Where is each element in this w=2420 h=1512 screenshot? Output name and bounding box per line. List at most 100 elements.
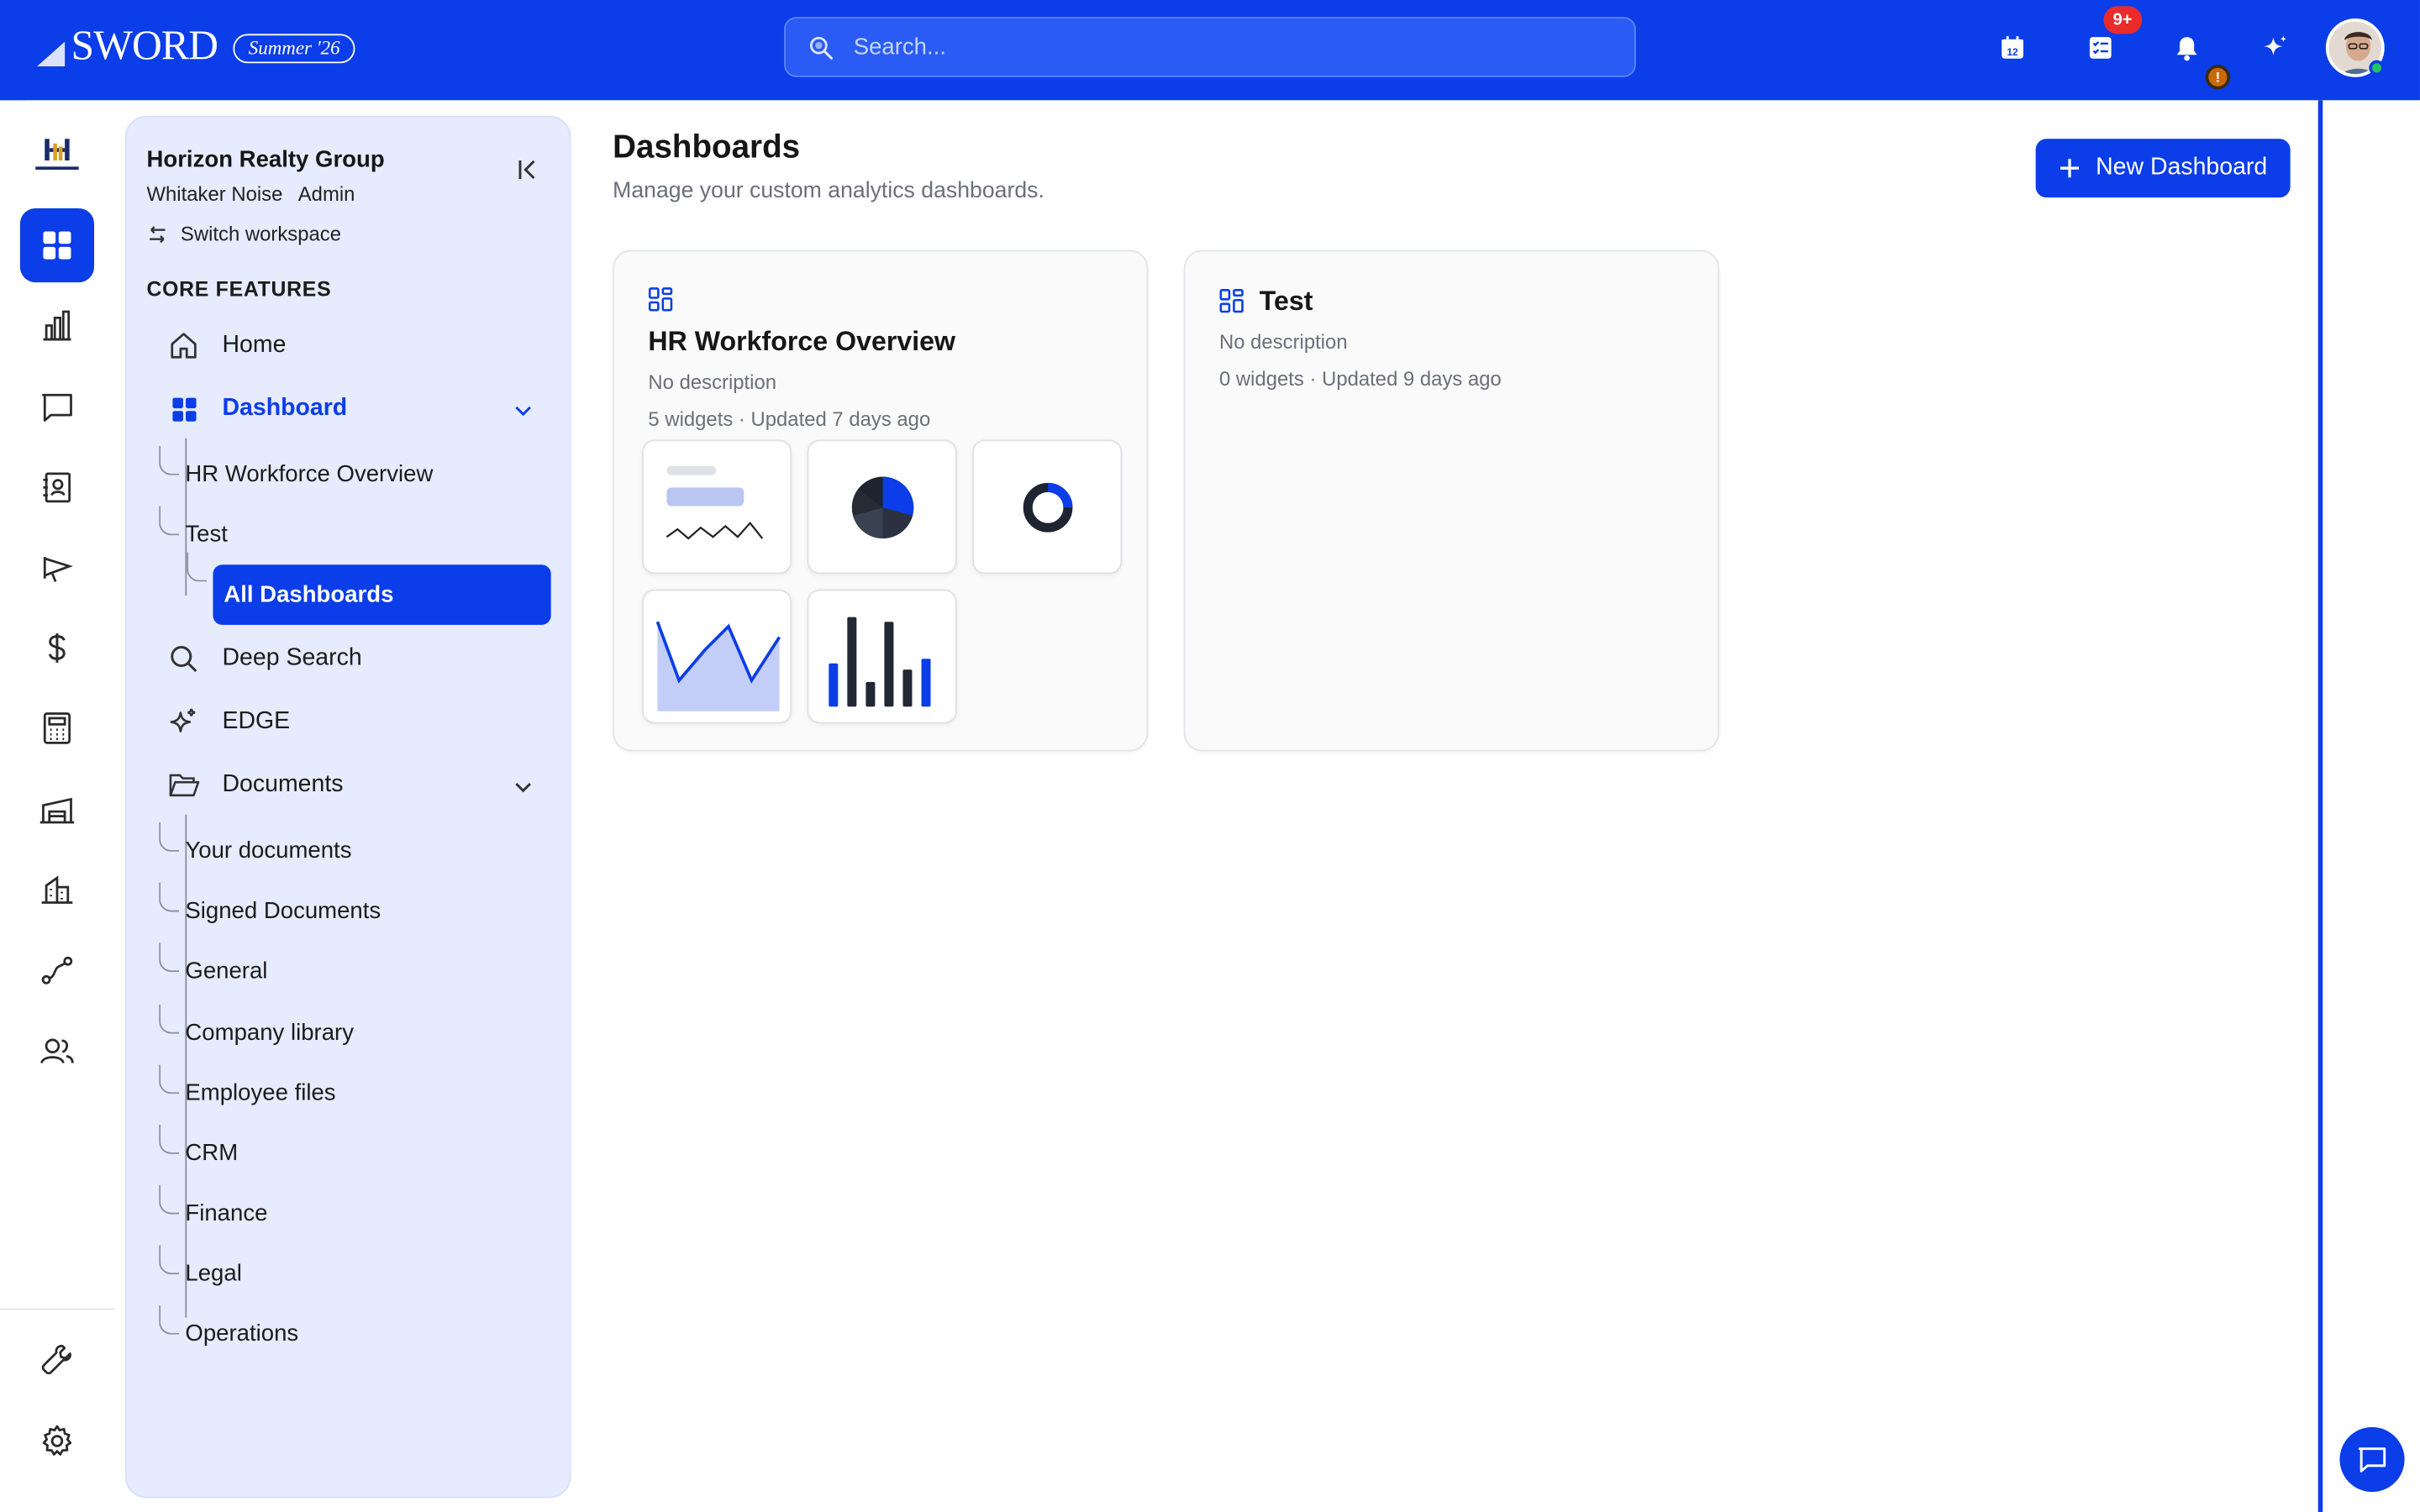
new-dashboard-label: New Dashboard [2096,154,2268,181]
collapse-sidebar-icon[interactable] [514,156,542,184]
nav-documents-child[interactable]: Employee files [159,1064,336,1108]
tasks-button[interactable] [2084,31,2118,65]
nav-documents-child[interactable]: Operations [159,1305,298,1349]
brand[interactable]: SWORD Summer '26 [34,22,355,70]
rail-messages[interactable] [20,370,94,444]
switch-arrows-icon [150,225,166,243]
alert-badge: ! [2205,65,2231,90]
search-input[interactable] [853,34,1595,60]
folder-open-icon [168,774,199,797]
nav-documents-child[interactable]: CRM [159,1124,238,1168]
card-meta: 5 widgets · Updated 7 days ago [648,407,931,431]
megaphone-icon [43,557,73,582]
search-icon [171,646,197,673]
chevron-down-icon[interactable] [511,398,535,423]
calendar-day: 12 [2007,46,2018,58]
dashboard-grid-icon [1219,289,1244,313]
widget-thumbnail-area [642,589,792,724]
nav-dashboard[interactable]: Dashboard [166,386,347,432]
users-icon [40,1038,74,1064]
nav-edge[interactable]: EDGE [166,699,290,745]
global-search[interactable] [784,17,1636,77]
switch-workspace-link[interactable]: Switch workspace [146,222,341,245]
sparkle-icon [170,708,196,732]
nav-edge-label: EDGE [222,708,291,735]
swoosh-icon [37,41,66,66]
nav-all-dashboards[interactable]: All Dashboards [187,552,551,625]
search-icon [810,35,834,59]
rail-calculator[interactable] [20,691,94,765]
nav-documents-child[interactable]: Finance [158,1184,267,1228]
rail-warehouse[interactable] [20,771,94,845]
switch-workspace-label: Switch workspace [180,222,341,246]
nav-documents-child[interactable]: Your documents [159,822,352,866]
section-title: CORE FEATURES [146,277,332,302]
nav-documents-child[interactable]: Company library [159,1004,354,1047]
nav-home[interactable]: Home [166,323,286,369]
dashboard-card[interactable]: HR Workforce Overview No description 5 w… [613,249,1149,752]
rail-team[interactable] [20,1014,94,1088]
nav-documents-child[interactable]: General [158,942,267,986]
dashboard-icon [43,231,71,260]
nav-home-label: Home [222,331,287,359]
contacts-icon [43,472,71,503]
nav-deep-search-label: Deep Search [222,644,362,671]
widget-thumbnail-donut [972,439,1123,575]
chat-button[interactable] [2339,1426,2405,1493]
workspace-user: Whitaker Noise Admin [146,182,355,206]
new-dashboard-button[interactable]: New Dashboard [2035,139,2291,198]
nav-documents-child[interactable]: Signed Documents [159,882,381,926]
card-meta: 0 widgets · Updated 9 days ago [1218,367,1502,391]
pie-chart-icon [851,476,914,539]
rail-marketing[interactable] [20,531,94,605]
dashboard-card[interactable]: Test No description 0 widgets · Updated … [1183,249,1720,752]
brand-name: SWORD [71,21,218,68]
nav-dashboard-label: Dashboard [222,395,348,422]
rail-finance[interactable] [20,611,94,685]
card-title: Test [1259,285,1313,317]
dashboard-grid-icon [648,287,673,312]
warehouse-icon [39,797,75,824]
dollar-icon [48,633,66,663]
horizon-logo-icon [35,139,79,171]
rail-analytics[interactable] [20,288,94,362]
nav-documents-child[interactable]: Legal [159,1245,242,1289]
card-title: HR Workforce Overview [648,325,956,357]
edition-badge: Summer '26 [233,34,355,64]
workspace-name: Horizon Realty Group [146,146,385,173]
online-status-dot [2369,60,2385,76]
notifications-button[interactable] [2170,31,2203,65]
ai-assistant-button[interactable] [2258,31,2291,65]
rail-properties[interactable] [20,852,94,926]
rail-divider [0,1308,114,1310]
nav-documents-label: Documents [222,771,344,798]
card-description: No description [1218,330,1348,354]
widget-thumbnail-bars [807,589,957,724]
nav-dashboard-child[interactable]: Test [159,506,228,549]
bar-chart-icon [43,310,71,341]
nav-deep-search[interactable]: Deep Search [166,636,362,682]
calculator-icon [43,712,71,744]
rail-workflows[interactable] [20,933,94,1007]
page-subtitle: Manage your custom analytics dashboards. [613,179,1044,204]
documents-tree-line [185,814,187,1318]
nav-dashboard-child[interactable]: HR Workforce Overview [159,445,433,489]
checklist-icon [2089,37,2112,59]
rail-tools[interactable] [20,1322,94,1396]
rail-contacts[interactable] [20,450,94,524]
building-icon [41,875,73,904]
chevron-down-icon[interactable] [511,774,535,799]
rail-settings[interactable] [20,1404,94,1478]
rail-dashboard[interactable] [19,207,95,283]
alert-badge-text: ! [2215,69,2221,86]
nav-documents[interactable]: Documents [166,762,343,808]
bar-chart-icon [829,617,931,707]
user-name: Whitaker Noise [146,181,283,206]
wrench-icon [41,1345,71,1375]
route-icon [41,956,73,984]
bell-icon [2176,36,2197,60]
user-role: Admin [297,181,355,206]
calendar-button[interactable]: 12 [1996,31,2029,65]
widget-thumbnail-text [642,439,792,575]
right-panel-border [2317,100,2323,1512]
